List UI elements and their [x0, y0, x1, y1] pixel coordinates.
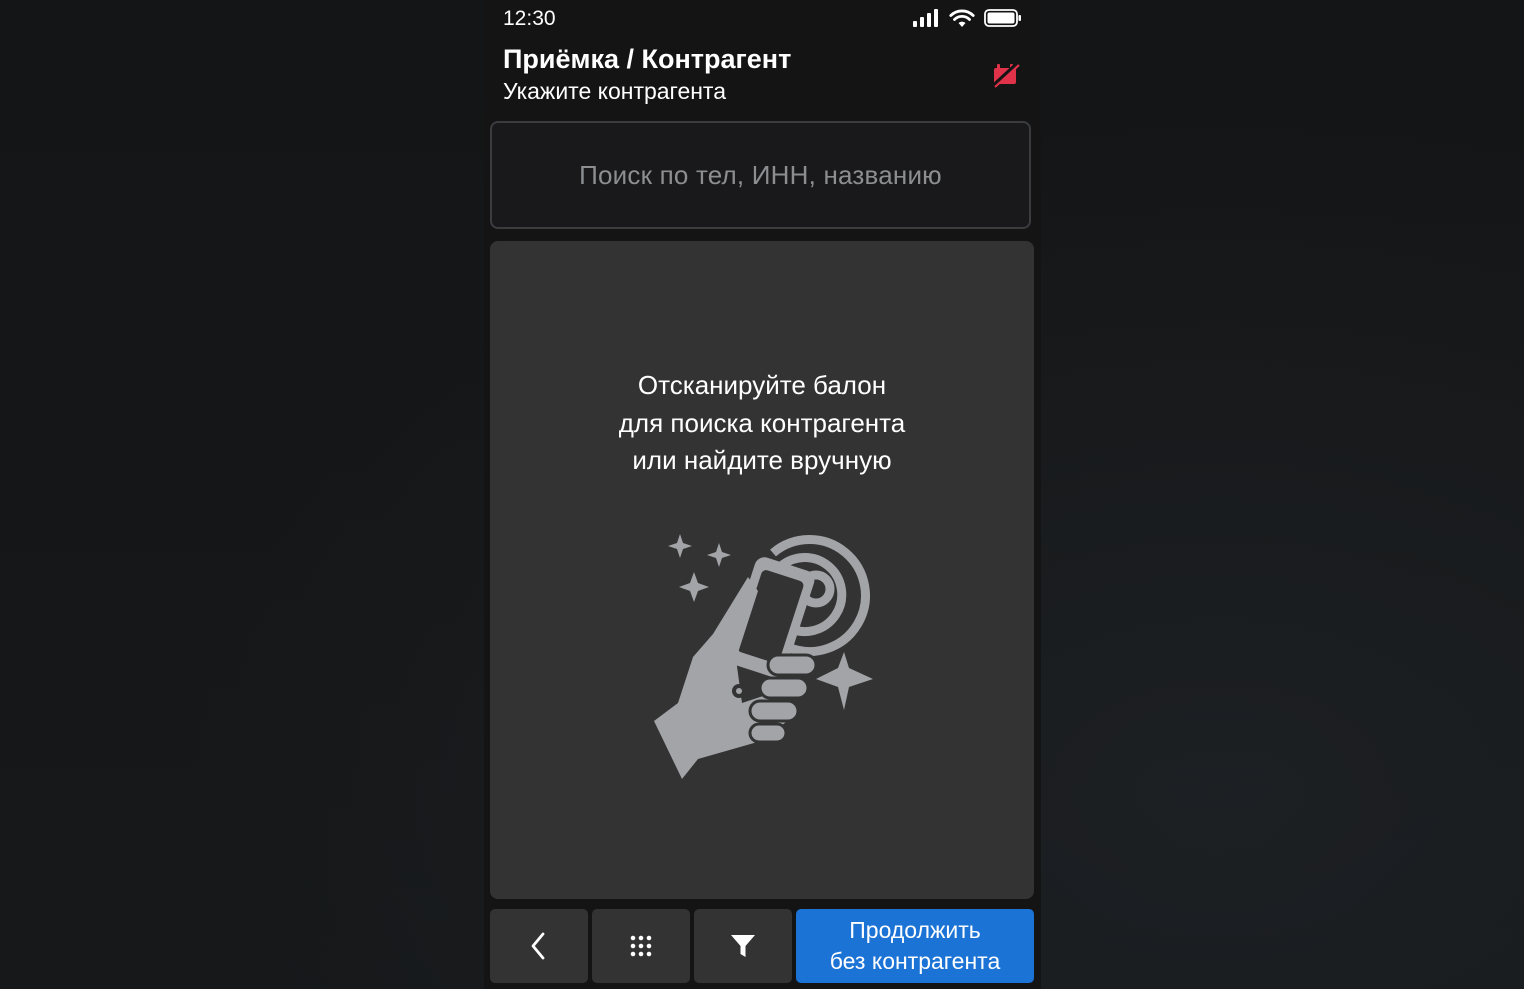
- bottom-action-bar: Продолжить без контрагента: [490, 909, 1034, 983]
- page-subtitle: Укажите контрагента: [503, 78, 727, 104]
- hand-phone-nfc-scan-icon: [654, 534, 873, 779]
- status-time: 12:30: [503, 7, 556, 30]
- scan-instructions-line3: или найдите вручную: [632, 445, 892, 475]
- signal-icon: [913, 9, 938, 27]
- status-icons: [912, 8, 1022, 28]
- filter-button[interactable]: [694, 909, 792, 983]
- page-title: Приёмка / Контрагент: [503, 44, 792, 74]
- keypad-button[interactable]: [592, 909, 690, 983]
- offline-sync-icon[interactable]: [991, 60, 1021, 90]
- continue-button-line2: без контрагента: [829, 948, 1001, 974]
- phone-screen: 12:30 Приёмка / Контрагент Укажите контр: [484, 0, 1041, 989]
- scan-panel: Отсканируйте балон для поиска контрагент…: [490, 241, 1034, 899]
- battery-icon: [984, 9, 1021, 27]
- back-button[interactable]: [490, 909, 588, 983]
- status-bar: 12:30: [484, 0, 1041, 38]
- search-placeholder: Поиск по тел, ИНН, названию: [579, 159, 942, 190]
- chevron-left-icon: [531, 932, 545, 960]
- scan-instructions: Отсканируйте балон для поиска контрагент…: [490, 367, 1034, 480]
- continue-button-line1: Продолжить: [849, 917, 981, 943]
- screen-header: Приёмка / Контрагент Укажите контрагента: [503, 42, 1023, 112]
- scan-instructions-line1: Отсканируйте балон: [637, 370, 887, 400]
- search-input[interactable]: Поиск по тел, ИНН, названию: [490, 121, 1031, 229]
- continue-without-counterparty-button[interactable]: Продолжить без контрагента: [796, 909, 1034, 983]
- wifi-icon: [949, 9, 975, 27]
- scan-instructions-line2: для поиска контрагента: [618, 407, 906, 438]
- filter-icon: [731, 935, 755, 957]
- keypad-grid-icon: [630, 935, 652, 957]
